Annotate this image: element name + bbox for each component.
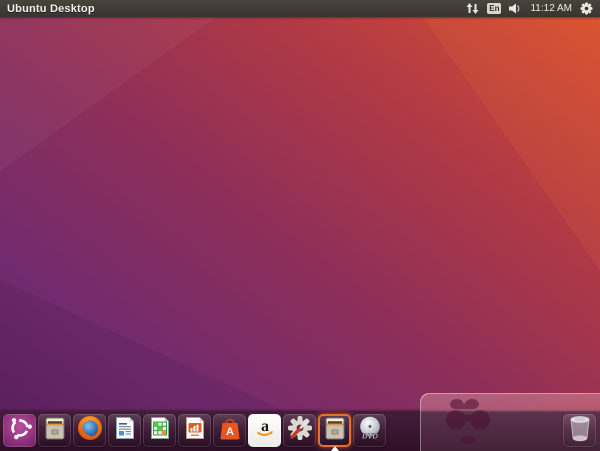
- running-app-arrow: [331, 446, 339, 451]
- libreoffice-calc-icon: [147, 415, 173, 446]
- amazon-letter: a: [261, 418, 269, 435]
- launcher-item-files[interactable]: [38, 414, 71, 447]
- launcher-item-libreoffice-writer[interactable]: [108, 414, 141, 447]
- settings-gear-icon: [287, 415, 313, 446]
- software-bag-icon: A: [217, 415, 243, 446]
- screencast-watermark: [420, 393, 600, 451]
- ubuntu-desktop: Ubuntu Desktop En 11:12 AM A a DVD: [0, 0, 600, 451]
- launcher-item-ubuntu-software[interactable]: A: [213, 414, 246, 447]
- dvd-label: DVD: [362, 432, 378, 441]
- wallpaper-facet: [0, 0, 240, 172]
- launcher-item-firefox[interactable]: [73, 414, 106, 447]
- launcher-item-system-settings[interactable]: [283, 414, 316, 447]
- session-gear-icon[interactable]: [580, 2, 593, 15]
- libreoffice-impress-icon: [182, 415, 208, 446]
- wallpaper-facet: [0, 279, 372, 451]
- panel-indicators: En 11:12 AM: [466, 2, 600, 15]
- volume-icon[interactable]: [509, 3, 522, 14]
- software-letter: A: [226, 426, 234, 438]
- clock[interactable]: 11:12 AM: [530, 3, 572, 14]
- launcher-item-libreoffice-calc[interactable]: [143, 414, 176, 447]
- ubuntu-logo-icon: [7, 415, 33, 446]
- launcher-item-amazon[interactable]: a: [248, 414, 281, 447]
- mascot-logo-icon: [434, 395, 508, 451]
- launcher-item-libreoffice-impress[interactable]: [178, 414, 211, 447]
- wallpaper-facet: [411, 0, 600, 271]
- panel-app-title: Ubuntu Desktop: [7, 2, 95, 15]
- file-cabinet-icon: [42, 415, 68, 446]
- launcher-item-files-active[interactable]: [318, 414, 351, 447]
- file-cabinet-icon: [322, 415, 348, 446]
- dvd-disc-icon: DVD: [357, 415, 383, 446]
- network-arrows-icon[interactable]: [466, 3, 479, 14]
- libreoffice-writer-icon: [112, 415, 138, 446]
- launcher-item-dash-home[interactable]: [3, 414, 36, 447]
- top-panel: Ubuntu Desktop En 11:12 AM: [0, 0, 600, 17]
- keyboard-layout-indicator[interactable]: En: [487, 3, 502, 14]
- launcher-item-dvd[interactable]: DVD: [353, 414, 386, 447]
- amazon-icon: a: [252, 415, 278, 446]
- firefox-icon: [77, 415, 103, 446]
